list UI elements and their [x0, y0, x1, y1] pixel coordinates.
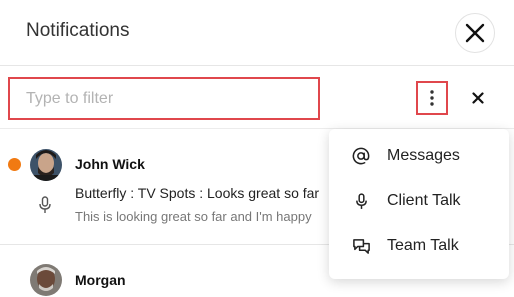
menu-item-label: Client Talk: [387, 192, 461, 209]
close-icon: [472, 92, 484, 104]
filter-field[interactable]: [8, 77, 320, 120]
avatar: [30, 264, 62, 296]
menu-item-client-talk[interactable]: Client Talk: [329, 181, 509, 221]
at-icon: [351, 146, 371, 166]
notification-subject: Butterfly : TV Spots : Looks great so fa…: [75, 185, 320, 201]
microphone-icon: [351, 191, 371, 211]
more-options-button[interactable]: [416, 81, 448, 115]
more-vertical-icon: [430, 90, 434, 106]
chat-bubbles-icon: [351, 236, 371, 256]
menu-item-label: Messages: [387, 147, 460, 164]
close-panel-button[interactable]: [455, 13, 495, 53]
notification-sender: Morgan: [75, 272, 126, 288]
notifications-header: Notifications: [0, 0, 514, 66]
unread-indicator: [8, 158, 21, 171]
clear-filter-button[interactable]: [469, 89, 487, 107]
menu-item-team-talk[interactable]: Team Talk: [329, 226, 509, 266]
close-icon: [465, 23, 485, 43]
filter-input[interactable]: [10, 79, 318, 118]
avatar: [30, 149, 62, 181]
page-title: Notifications: [26, 20, 130, 41]
microphone-icon: [39, 196, 51, 213]
notification-preview: This is looking great so far and I'm hap…: [75, 209, 312, 224]
notification-sender: John Wick: [75, 156, 145, 172]
menu-item-messages[interactable]: Messages: [329, 136, 509, 176]
menu-item-label: Team Talk: [387, 237, 459, 254]
filter-options-menu: Messages Client Talk Team Talk: [329, 129, 509, 279]
